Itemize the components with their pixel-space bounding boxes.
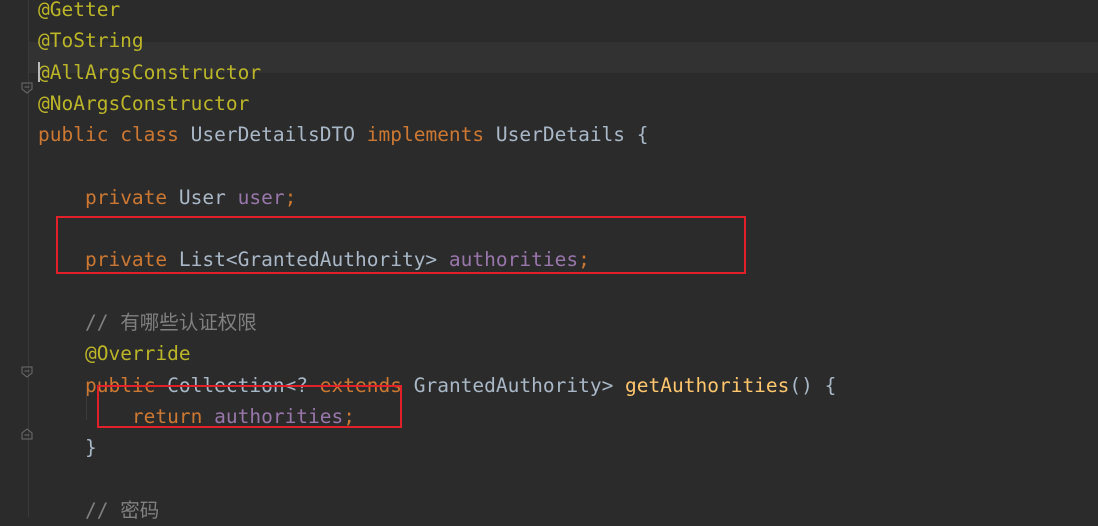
- code-line[interactable]: @AllArgsConstructor: [38, 57, 261, 88]
- highlight-box-return-authorities: [97, 385, 402, 428]
- code-token: @ToString: [38, 29, 144, 53]
- code-token: private: [84, 185, 168, 209]
- highlight-box-authorities-field: [56, 216, 746, 274]
- fold-marker-method-start-icon[interactable]: [21, 366, 33, 378]
- indent-guide: [86, 390, 87, 420]
- fold-marker-method-end-icon[interactable]: [21, 428, 33, 440]
- code-token: // 密码: [84, 498, 160, 522]
- code-token: GrantedAuthority>: [401, 373, 626, 397]
- code-line[interactable]: @Override: [38, 338, 191, 369]
- code-token: @Getter: [38, 0, 121, 21]
- code-token: @Override: [84, 342, 191, 366]
- code-token: UserDetails {: [484, 123, 649, 147]
- code-token: }: [38, 436, 97, 460]
- code-token: implements: [366, 123, 485, 147]
- code-line[interactable]: // 有哪些认证权限: [38, 307, 257, 338]
- code-token: public: [38, 123, 109, 147]
- code-line[interactable]: public class UserDetailsDTO implements U…: [38, 119, 649, 150]
- code-line[interactable]: @Getter: [38, 0, 120, 25]
- code-token: () {: [789, 373, 837, 397]
- code-token: @NoArgsConstructor: [38, 91, 250, 115]
- fold-marker-class-icon[interactable]: [21, 82, 33, 94]
- code-line[interactable]: private User user;: [38, 182, 296, 213]
- code-token: getAuthorities: [625, 373, 790, 397]
- code-token: user: [237, 185, 285, 209]
- code-token: User: [167, 185, 238, 209]
- code-token: class: [120, 123, 179, 147]
- code-line[interactable]: // 密码: [38, 495, 159, 526]
- code-line[interactable]: @ToString: [38, 25, 144, 56]
- code-token: // 有哪些认证权限: [84, 311, 257, 334]
- code-token: @AllArgsConstructor: [38, 60, 262, 84]
- code-token: UserDetailsDTO: [178, 123, 367, 147]
- code-token: ;: [284, 185, 297, 209]
- code-line[interactable]: }: [38, 432, 97, 463]
- text-cursor: [38, 62, 40, 83]
- code-line[interactable]: @NoArgsConstructor: [38, 88, 249, 119]
